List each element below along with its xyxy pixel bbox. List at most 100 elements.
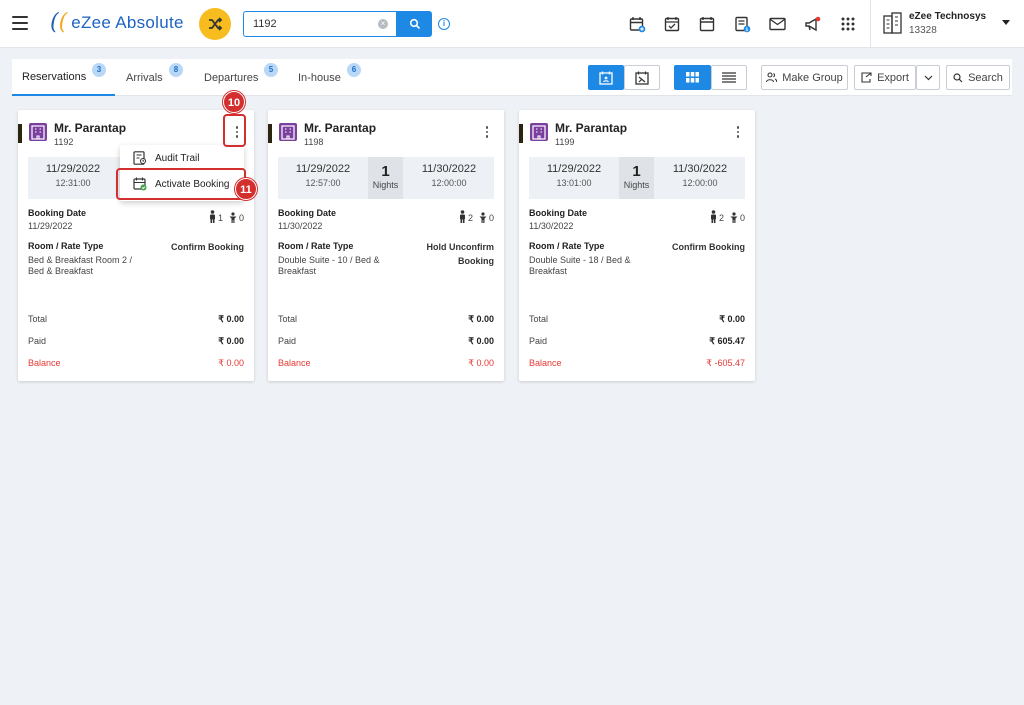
- arrival-view-button[interactable]: [588, 65, 624, 90]
- guest-name[interactable]: Mr. Parantap: [54, 121, 126, 135]
- billing-icon[interactable]: $: [732, 14, 752, 34]
- balance-row: Balance ₹ 0.00: [278, 358, 494, 368]
- guest-name[interactable]: Mr. Parantap: [555, 121, 627, 135]
- account-id: 13328: [909, 25, 937, 36]
- svg-text:$: $: [745, 27, 748, 33]
- total-amount: ₹ 0.00: [719, 314, 745, 324]
- booking-status: Hold Unconfirm Booking: [426, 242, 495, 266]
- export-dropdown-button[interactable]: [916, 65, 940, 90]
- checkin-date: 11/29/2022: [45, 163, 101, 175]
- pax-count: 1 0: [209, 210, 244, 223]
- total-label: Total: [529, 314, 549, 324]
- paid-amount: ₹ 605.47: [709, 336, 745, 346]
- paid-label: Paid: [28, 336, 47, 346]
- more-options-icon[interactable]: [480, 123, 494, 141]
- paid-amount: ₹ 0.00: [468, 336, 494, 346]
- search-reservations-button[interactable]: Search: [946, 65, 1010, 90]
- guest-name[interactable]: Mr. Parantap: [304, 121, 376, 135]
- departure-view-button[interactable]: [624, 65, 660, 90]
- hotel-icon: [530, 123, 548, 141]
- info-icon[interactable]: i: [438, 18, 450, 30]
- pax-count: 2 0: [459, 210, 494, 223]
- adult-count: 2: [718, 213, 724, 223]
- checkin-date: 11/29/2022: [546, 163, 602, 175]
- grid-icon: [686, 72, 699, 83]
- paid-row: Paid ₹ 605.47: [529, 336, 745, 346]
- reservation-card[interactable]: Mr. Parantap 1198 11/29/2022 12:57:00 1 Ni…: [268, 110, 504, 381]
- export-button[interactable]: Export: [854, 65, 916, 90]
- menu-icon[interactable]: [12, 16, 28, 30]
- more-options-icon[interactable]: [731, 123, 745, 141]
- tab-in-house[interactable]: In-house: [298, 59, 341, 96]
- adult-count: 2: [467, 213, 473, 223]
- booking-date: 11/30/2022: [278, 221, 323, 231]
- list-view-button[interactable]: [711, 65, 747, 90]
- stay-dates: 11/29/2022 13:01:00 1 Nights 11/30/2022 12:…: [529, 157, 745, 199]
- list-icon: [722, 72, 736, 83]
- tab-label: In-house: [298, 71, 341, 84]
- checkin-date: 11/29/2022: [295, 163, 351, 175]
- status-flag: [18, 124, 22, 143]
- paid-label: Paid: [278, 336, 297, 346]
- nights-label: Nights: [623, 180, 650, 190]
- search-icon: [409, 18, 420, 30]
- shuffle-icon: [209, 17, 223, 31]
- nights-count: 1 Nights: [619, 157, 654, 199]
- announcement-icon[interactable]: [802, 14, 822, 34]
- tabs-bar: Reservations 3 Arrivals 8 Departures 5 I…: [12, 59, 1012, 96]
- booking-status: Confirm Booking: [672, 242, 745, 252]
- tab-badge: 8: [169, 63, 183, 77]
- total-label: Total: [28, 314, 48, 324]
- apps-grid-icon[interactable]: [838, 14, 858, 34]
- balance-label: Balance: [278, 358, 311, 368]
- room-rate-label: Room / Rate Type: [28, 241, 104, 251]
- paid-amount: ₹ 0.00: [218, 336, 244, 346]
- mail-icon[interactable]: [767, 14, 787, 34]
- tab-arrivals[interactable]: Arrivals: [126, 59, 163, 96]
- app-logo[interactable]: (( eZee Absolute: [50, 12, 184, 34]
- checkin-time: 12:31:00: [55, 178, 91, 188]
- room-rate-type: Bed & Breakfast Room 2 / Bed & Breakfast: [28, 255, 133, 276]
- search-icon: [953, 72, 963, 82]
- activate-booking-highlight: [116, 168, 246, 200]
- calendar-out-icon: [635, 71, 649, 85]
- shuffle-button[interactable]: [199, 8, 231, 40]
- calendar-person-icon: [599, 71, 613, 85]
- search-input[interactable]: 1192 ×: [243, 11, 397, 37]
- calendar-icon[interactable]: [697, 14, 717, 34]
- clear-icon[interactable]: ×: [378, 19, 388, 29]
- nights-count: 1 Nights: [368, 157, 403, 199]
- balance-amount: ₹ 0.00: [218, 358, 244, 368]
- paid-row: Paid ₹ 0.00: [28, 336, 244, 346]
- room-rate-type: Double Suite - 18 / Bed & Breakfast: [529, 255, 631, 276]
- child-icon: [479, 212, 487, 223]
- new-reservation-icon[interactable]: [627, 14, 647, 34]
- step-marker: 10: [223, 91, 245, 113]
- room-rate-label: Room / Rate Type: [278, 241, 354, 251]
- make-group-label: Make Group: [782, 71, 843, 84]
- step-marker: 11: [235, 178, 257, 200]
- tab-label: Reservations: [22, 70, 87, 83]
- paid-row: Paid ₹ 0.00: [278, 336, 494, 346]
- total-label: Total: [278, 314, 298, 324]
- hotel-icon: [29, 123, 47, 141]
- balance-label: Balance: [529, 358, 562, 368]
- reservation-card[interactable]: Mr. Parantap 1199 11/29/2022 13:01:00 1 Ni…: [519, 110, 755, 381]
- tab-label: Arrivals: [126, 71, 163, 84]
- booking-date-label: Booking Date: [529, 208, 588, 218]
- adult-count: 1: [217, 213, 223, 223]
- grid-view-button[interactable]: [674, 65, 711, 90]
- group-icon: [766, 72, 778, 83]
- booking-status: Confirm Booking: [171, 242, 244, 252]
- checkout-date: 11/30/2022: [672, 163, 728, 175]
- search-button[interactable]: [397, 11, 432, 37]
- balance-amount: ₹ 0.00: [468, 358, 494, 368]
- divider: [870, 0, 871, 48]
- calendar-check-icon[interactable]: [662, 14, 682, 34]
- chevron-down-icon: [924, 75, 932, 80]
- account-caret-icon[interactable]: [1002, 20, 1010, 25]
- total-row: Total ₹ 0.00: [529, 314, 745, 324]
- booking-date-label: Booking Date: [28, 208, 87, 218]
- room-rate-label: Room / Rate Type: [529, 241, 605, 251]
- make-group-button[interactable]: Make Group: [761, 65, 848, 90]
